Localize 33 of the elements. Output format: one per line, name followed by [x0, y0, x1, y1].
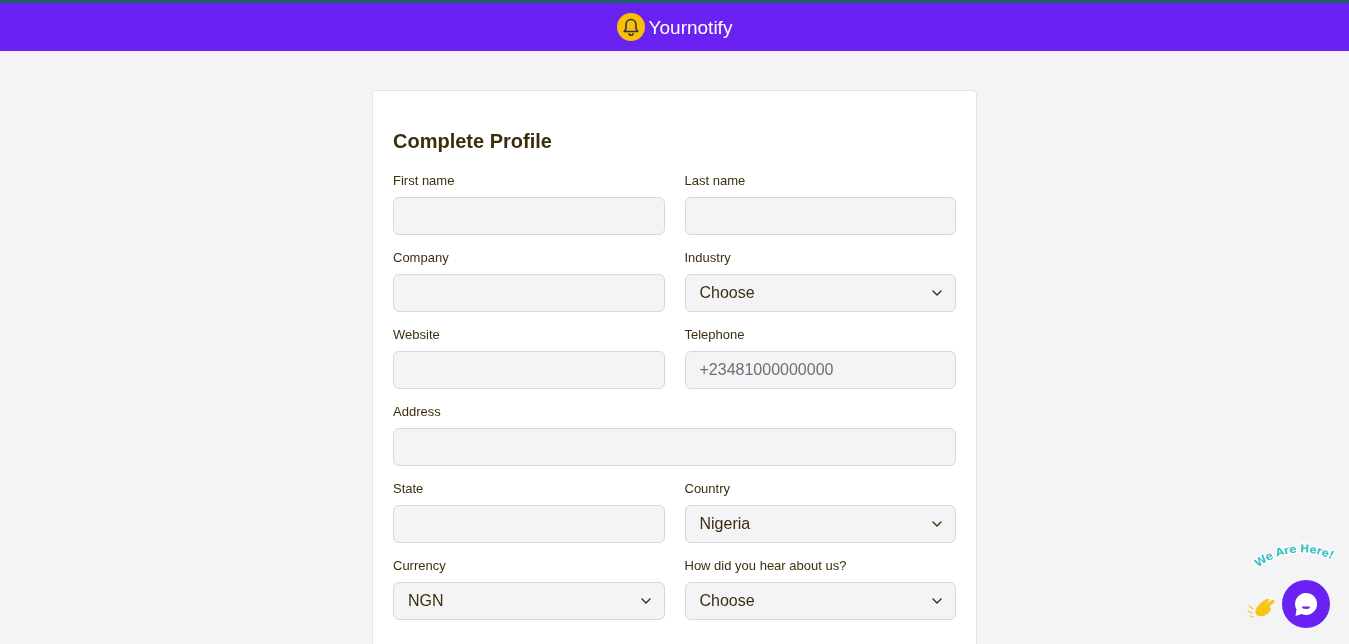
- field-label: Industry: [684, 249, 731, 267]
- chevron-down-icon: [640, 598, 651, 604]
- bell-logo-icon: [616, 13, 645, 41]
- text-field[interactable]: [393, 351, 665, 389]
- field-label: Telephone: [684, 326, 745, 344]
- text-field[interactable]: [393, 274, 665, 312]
- chevron-down-icon: [932, 598, 942, 604]
- field-label: Address: [393, 403, 441, 421]
- dropdown-field[interactable]: Choose: [684, 274, 956, 312]
- chevron-down-icon: [932, 521, 942, 527]
- dropdown-field[interactable]: Nigeria: [684, 505, 956, 543]
- field-label: Company: [393, 249, 449, 267]
- field-label: First name: [393, 172, 455, 190]
- text-field[interactable]: [393, 505, 665, 543]
- chevron-down-icon: [932, 290, 942, 296]
- form-title: Complete Profile: [393, 129, 553, 154]
- field-label: How did you hear about us?: [684, 557, 847, 575]
- text-field[interactable]: [393, 428, 956, 466]
- greeting-label: We Are Here!: [1252, 542, 1336, 570]
- field-label: Currency: [393, 557, 446, 575]
- field-label: Website: [393, 326, 440, 344]
- waving-hand-icon: [1247, 598, 1275, 618]
- brand-name: Yournotify: [648, 17, 733, 37]
- text-field[interactable]: [393, 197, 665, 235]
- field-label: Last name: [684, 172, 746, 190]
- chat-bubble-icon: [1294, 591, 1318, 617]
- text-field[interactable]: [684, 197, 956, 235]
- dropdown-field[interactable]: Choose: [684, 582, 956, 620]
- dropdown-field[interactable]: NGN: [393, 582, 665, 620]
- text-field[interactable]: +23481000000000: [684, 351, 956, 389]
- field-label: State: [393, 480, 424, 498]
- field-label: Country: [684, 480, 731, 498]
- chat-button[interactable]: [1282, 580, 1330, 628]
